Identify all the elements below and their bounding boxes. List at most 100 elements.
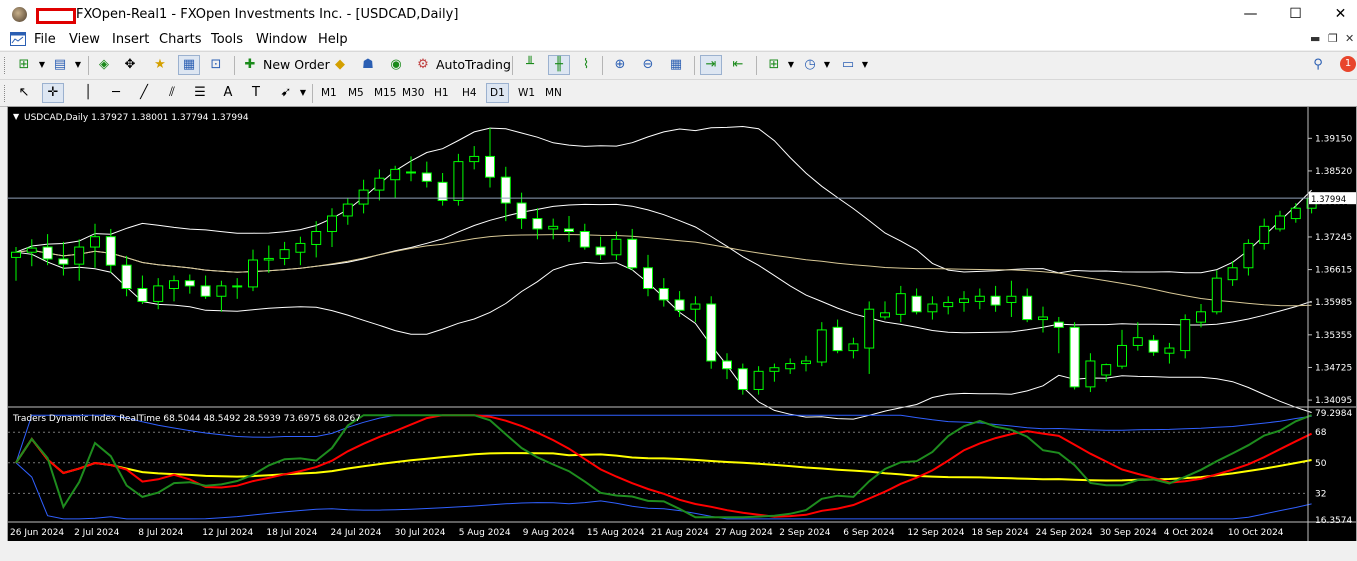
crosshair-icon[interactable]: ✛ bbox=[42, 83, 64, 103]
candle-bull bbox=[943, 301, 954, 308]
menu-insert[interactable]: Insert bbox=[112, 32, 149, 47]
new-order-icon[interactable]: ✚ bbox=[240, 56, 260, 74]
signals-icon[interactable]: ☗ bbox=[358, 56, 378, 74]
dropdown-arrow-icon[interactable]: ▼ bbox=[68, 56, 88, 74]
metaeditor-icon[interactable]: ◆ bbox=[330, 56, 350, 74]
dropdown-arrow-icon[interactable]: ▼ bbox=[32, 56, 52, 74]
close-button[interactable]: ✕ bbox=[1318, 0, 1357, 29]
tf-h4[interactable]: H4 bbox=[459, 84, 480, 102]
text-tool-icon[interactable]: A bbox=[218, 84, 238, 102]
candle-bear bbox=[595, 246, 606, 256]
tf-h1[interactable]: H1 bbox=[431, 84, 452, 102]
tf-m1[interactable]: M1 bbox=[318, 84, 340, 102]
tdi-lower-band bbox=[15, 462, 1312, 520]
new-order-button[interactable]: New Order bbox=[263, 57, 330, 72]
auto-trading-button[interactable]: AutoTrading bbox=[436, 57, 511, 72]
navigator-icon[interactable]: ★ bbox=[150, 56, 170, 74]
tile-windows-icon[interactable]: ▦ bbox=[666, 56, 686, 74]
toolbar-grip[interactable] bbox=[4, 57, 8, 74]
mdi-minimize-button[interactable]: ▬ bbox=[1310, 32, 1320, 45]
standard-toolbar: ⊞ ▼ ▤ ▼ ◈ ✥ ★ ▦ ⊡ ✚ New Order ◆ ☗ ◉ ⚙ Au… bbox=[0, 51, 1357, 79]
zoom-out-icon[interactable]: ⊖ bbox=[638, 56, 658, 74]
menu-help[interactable]: Help bbox=[318, 32, 348, 47]
new-chart-icon[interactable]: ⊞ bbox=[14, 56, 34, 74]
tf-d1[interactable]: D1 bbox=[486, 83, 509, 103]
chart-window[interactable]: 1.37994 1.37875 1.39150 1.38520 1.37245 1.36… bbox=[7, 106, 1357, 542]
price-tick-label: 1.34095 bbox=[1315, 396, 1352, 406]
price-tick-label: 1.35985 bbox=[1315, 298, 1352, 308]
horizontal-line-icon[interactable]: ─ bbox=[106, 84, 126, 102]
candle-bear bbox=[1148, 339, 1159, 353]
cursor-icon[interactable]: ↖ bbox=[14, 84, 34, 102]
candle-bear bbox=[532, 218, 543, 230]
date-tick-label: 26 Jun 2024 bbox=[10, 528, 64, 538]
auto-scroll-icon[interactable]: ⇥ bbox=[700, 55, 722, 75]
dropdown-arrow-icon[interactable]: ▼ bbox=[817, 56, 837, 74]
trendline-icon[interactable]: ╱ bbox=[134, 84, 154, 102]
candle-bear bbox=[184, 280, 195, 287]
mdi-close-button[interactable]: ✕ bbox=[1345, 32, 1354, 45]
date-tick-label: 24 Jul 2024 bbox=[331, 528, 382, 538]
tf-m30[interactable]: M30 bbox=[399, 84, 427, 102]
candle-bull bbox=[848, 343, 859, 352]
menu-window[interactable]: Window bbox=[256, 32, 307, 47]
vertical-line-icon[interactable]: │ bbox=[78, 84, 98, 102]
text-label-icon[interactable]: T bbox=[246, 84, 266, 102]
date-tick-label: 10 Oct 2024 bbox=[1228, 528, 1284, 538]
tf-m5[interactable]: M5 bbox=[345, 84, 367, 102]
terminal-icon[interactable]: ▦ bbox=[178, 55, 200, 75]
candle-bull bbox=[469, 155, 480, 163]
candle-bear bbox=[1053, 321, 1064, 328]
candle-bull bbox=[1196, 311, 1206, 323]
chart-window-icon bbox=[10, 32, 26, 46]
equidistant-channel-icon[interactable]: ⫽ bbox=[162, 84, 182, 102]
candle-bull bbox=[1227, 267, 1238, 281]
indicator-tick-label: 16.3574 bbox=[1315, 516, 1352, 526]
market-icon[interactable]: ◉ bbox=[386, 56, 406, 74]
candle-bull bbox=[1101, 364, 1112, 376]
app-icon[interactable] bbox=[12, 7, 27, 22]
dropdown-arrow-icon[interactable]: ▼ bbox=[293, 84, 313, 102]
candle-bull bbox=[1085, 360, 1096, 388]
mdi-restore-button[interactable]: ❐ bbox=[1328, 32, 1338, 45]
tf-m15[interactable]: M15 bbox=[371, 84, 399, 102]
dropdown-arrow-icon[interactable]: ▼ bbox=[855, 56, 875, 74]
bollinger-middle-band bbox=[15, 203, 1312, 334]
profiles-icon[interactable]: ▤ bbox=[50, 56, 70, 74]
notification-badge[interactable]: 1 bbox=[1340, 56, 1356, 72]
search-icon[interactable]: ⚲ bbox=[1308, 56, 1328, 74]
market-watch-icon[interactable]: ◈ bbox=[94, 56, 114, 74]
menu-file[interactable]: File bbox=[34, 32, 56, 47]
dropdown-arrow-icon[interactable]: ▼ bbox=[781, 56, 801, 74]
candlestick-chart-icon[interactable]: ╫ bbox=[548, 55, 570, 75]
chart-shift-icon[interactable]: ⇤ bbox=[728, 56, 748, 74]
menu-charts[interactable]: Charts bbox=[159, 32, 202, 47]
date-tick-label: 18 Jul 2024 bbox=[266, 528, 317, 538]
minimize-button[interactable]: — bbox=[1228, 0, 1273, 29]
menu-view[interactable]: View bbox=[69, 32, 100, 47]
zoom-in-icon[interactable]: ⊕ bbox=[610, 56, 630, 74]
tf-w1[interactable]: W1 bbox=[515, 84, 538, 102]
candle-bull bbox=[1275, 215, 1285, 230]
bar-chart-icon[interactable]: ╨ bbox=[520, 56, 540, 74]
collapse-triangle-icon: ▼ bbox=[13, 112, 20, 121]
menu-tools[interactable]: Tools bbox=[211, 32, 243, 47]
auto-trading-icon[interactable]: ⚙ bbox=[413, 56, 433, 74]
candle-bear bbox=[832, 326, 843, 352]
candle-bear bbox=[58, 258, 69, 265]
toolbar-grip[interactable] bbox=[4, 85, 8, 102]
candle-bear bbox=[137, 287, 148, 302]
candle-bear bbox=[658, 287, 669, 301]
date-tick-label: 6 Sep 2024 bbox=[843, 528, 895, 538]
title-bar: FXOpen-Real1 - FXOpen Investments Inc. -… bbox=[0, 0, 1357, 29]
strategy-tester-icon[interactable]: ⊡ bbox=[206, 56, 226, 74]
maximize-button[interactable]: ☐ bbox=[1273, 0, 1318, 29]
data-window-icon[interactable]: ✥ bbox=[120, 56, 140, 74]
candle-bull bbox=[153, 285, 164, 302]
candle-bull bbox=[295, 242, 306, 253]
tf-mn[interactable]: MN bbox=[542, 84, 565, 102]
price-chart[interactable]: 1.379941.37875 1.39150 1.38520 1.37245 1.36… bbox=[8, 107, 1356, 541]
fibonacci-icon[interactable]: ☰ bbox=[190, 84, 210, 102]
candle-bull bbox=[327, 215, 337, 233]
line-chart-icon[interactable]: ⌇ bbox=[576, 56, 596, 74]
